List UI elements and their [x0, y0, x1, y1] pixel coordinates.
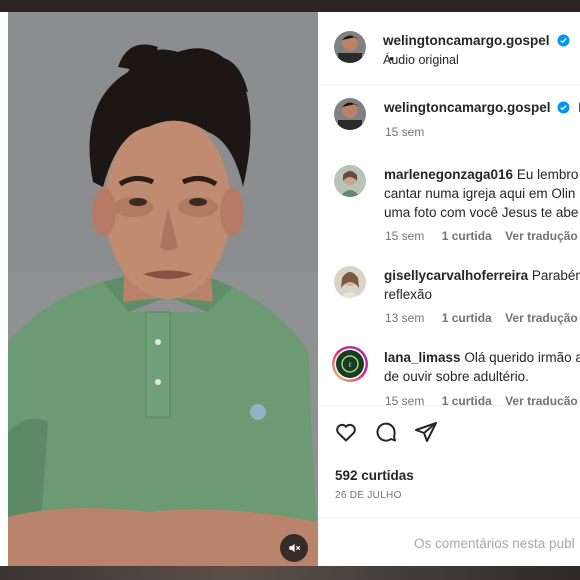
left-gutter — [0, 12, 8, 566]
comment-text-line-1: Olá querido irmão a — [464, 350, 580, 365]
comment-text-line-1: Parabéns — [531, 268, 580, 283]
comment-text-line-2: reflexão — [384, 287, 433, 302]
caption-avatar[interactable] — [334, 98, 366, 130]
comment-like-count[interactable]: 1 curtida — [442, 394, 492, 405]
reel-video[interactable] — [8, 12, 318, 566]
video-frame-person — [8, 12, 318, 566]
share-button[interactable] — [414, 420, 438, 449]
send-icon — [415, 422, 437, 442]
post-actions — [318, 405, 580, 518]
verified-badge-icon — [557, 34, 570, 47]
comment-time[interactable]: 13 sem — [385, 311, 424, 325]
comment-time[interactable]: 15 sem — [385, 394, 424, 405]
audio-link[interactable]: Áudio original — [383, 53, 459, 67]
post-date[interactable]: 26 DE JULHO — [335, 490, 402, 501]
author-username[interactable]: welingtoncamargo.gospel — [383, 33, 550, 48]
comment-like-count[interactable]: 1 curtida — [442, 311, 492, 325]
comment-text-line-2: cantar numa igreja aqui em Olin — [384, 186, 576, 201]
commenter-username[interactable]: marlenegonzaga016 — [384, 167, 513, 182]
comment-like-count[interactable]: 1 curtida — [442, 229, 492, 243]
backdrop-top — [0, 0, 580, 12]
heart-icon — [336, 423, 356, 442]
comments-list[interactable]: welingtoncamargo.gospel H 15 sem marlene… — [318, 85, 580, 405]
commenter-avatar[interactable] — [334, 165, 366, 197]
verified-badge-icon — [557, 101, 570, 114]
translate-link[interactable]: Ver tradução — [505, 394, 578, 405]
caption-username[interactable]: welingtoncamargo.gospel — [384, 100, 551, 115]
commenter-username[interactable]: gisellycarvalhoferreira — [384, 268, 528, 283]
commenter-avatar[interactable]: ℓ — [331, 345, 369, 383]
commenter-username[interactable]: lana_limass — [384, 350, 461, 365]
mute-button[interactable] — [280, 534, 308, 562]
post-side-panel: welingtoncamargo.gospel • Áudio original… — [318, 12, 580, 566]
comments-disabled-notice: Os comentários nesta publ — [414, 536, 575, 551]
like-count[interactable]: 592 curtidas — [335, 468, 414, 483]
caption-time[interactable]: 15 sem — [385, 125, 424, 139]
comment-text-line-3: uma foto com você Jesus te abe — [384, 205, 579, 220]
translate-link[interactable]: Ver tradução — [505, 229, 578, 243]
comment-text-line-1: Eu lembro — [516, 167, 579, 182]
comment-icon — [376, 422, 396, 442]
backdrop-bottom — [0, 566, 580, 580]
comment-button[interactable] — [374, 420, 398, 449]
comment-time[interactable]: 15 sem — [385, 229, 424, 243]
svg-text:ℓ: ℓ — [348, 361, 351, 369]
post-header: welingtoncamargo.gospel • Áudio original — [318, 12, 580, 85]
translate-link[interactable]: Ver tradução — [505, 311, 578, 325]
comment-input-area: Os comentários nesta publ — [318, 517, 580, 566]
author-avatar[interactable] — [334, 31, 366, 63]
commenter-avatar[interactable] — [334, 266, 366, 298]
like-button[interactable] — [334, 420, 358, 449]
muted-speaker-icon — [289, 543, 301, 553]
comment-text-line-2: de ouvir sobre adultério. — [384, 369, 529, 384]
